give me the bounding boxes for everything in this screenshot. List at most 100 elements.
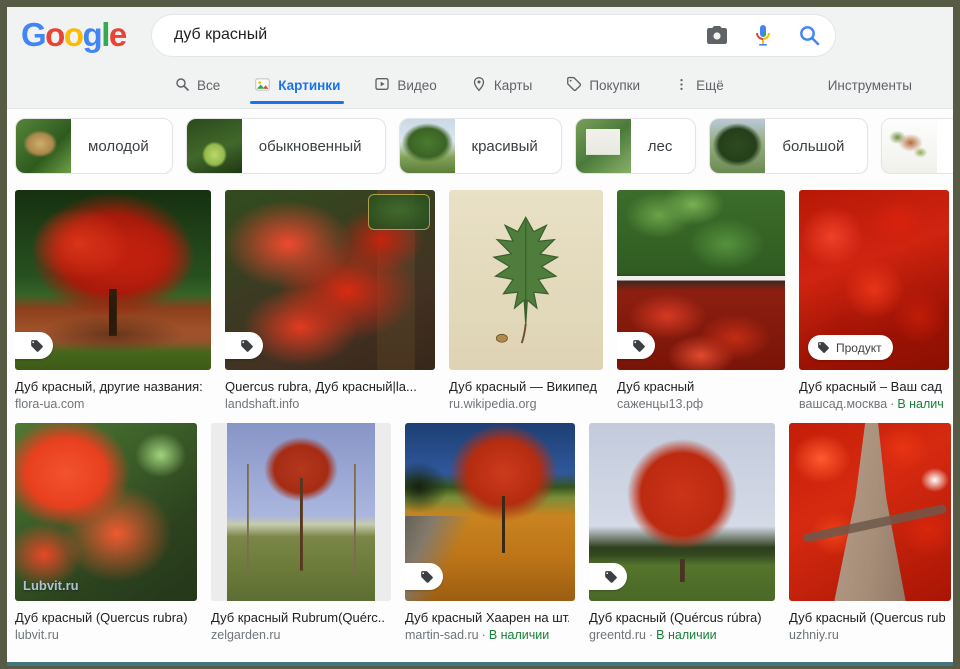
map-pin-icon (471, 76, 487, 95)
bottom-accent-bar (7, 662, 953, 666)
result-domain: ru.wikipedia.org (449, 397, 537, 411)
tab-more[interactable]: Ещё (674, 63, 724, 108)
chip-label: лес (631, 138, 696, 155)
chip-thumbnail (16, 119, 71, 173)
chip-related[interactable]: обыкновенный (186, 118, 386, 174)
results-row: Lubvit.ru Дуб красный (Quercus rubra) lu… (15, 423, 953, 644)
result-domain: zelgarden.ru (211, 628, 281, 642)
result-caption: Дуб красный — Википед... ru.wikipedia.or… (449, 378, 603, 413)
result-title[interactable]: Дуб красный, другие названия: ... (15, 378, 205, 395)
result-caption: Quercus rubra, Дуб красный|la... landsha… (225, 378, 435, 413)
result-photo[interactable] (617, 190, 785, 370)
result-caption: Дуб красный, другие названия: ... flora-… (15, 378, 211, 413)
tag-badge[interactable] (15, 332, 53, 359)
stock-label: В наличии (897, 397, 943, 411)
tag-badge[interactable] (405, 563, 443, 590)
result-title[interactable]: Дуб красный (Quercus rubr... (789, 609, 945, 626)
mic-icon[interactable] (751, 23, 775, 47)
result-title[interactable]: Quercus rubra, Дуб красный|la... (225, 378, 429, 395)
tab-label: Все (197, 78, 220, 93)
product-badge[interactable]: Продукт (808, 335, 893, 360)
chip-related[interactable]: лес (575, 118, 697, 174)
result-title[interactable]: Дуб красный Rubrum(Quérc... (211, 609, 385, 626)
search-input[interactable] (174, 26, 705, 44)
tag-badge[interactable] (617, 332, 655, 359)
result-title[interactable]: Дуб красный – Ваш сад (799, 378, 943, 395)
chip-related[interactable]: большой (709, 118, 868, 174)
search-bar[interactable] (151, 14, 836, 57)
image-result[interactable]: Дуб красный, другие названия: ... flora-… (15, 190, 211, 413)
result-title[interactable]: Дуб красный (617, 378, 779, 395)
result-domain: greentd.ru (589, 628, 646, 642)
image-result[interactable]: Lubvit.ru Дуб красный (Quercus rubra) lu… (15, 423, 197, 644)
chip-related[interactable]: красивый (399, 118, 562, 174)
stock-label: В наличии (656, 628, 716, 642)
chip-related[interactable]: молодой (15, 118, 173, 174)
result-caption: Дуб красный Rubrum(Quérc... zelgarden.ru (211, 609, 391, 644)
tag-badge[interactable] (225, 332, 263, 359)
image-result[interactable]: Дуб красный Rubrum(Quérc... zelgarden.ru (211, 423, 391, 644)
botanical-leaf-illustration (478, 201, 573, 359)
search-submit-icon[interactable] (797, 23, 821, 47)
result-domain: martin-sad.ru (405, 628, 479, 642)
result-photo[interactable] (589, 423, 775, 601)
result-photo[interactable] (225, 190, 435, 370)
camera-icon[interactable] (705, 23, 729, 47)
image-result[interactable]: Дуб красный (Quercus rubr... uzhniy.ru (789, 423, 951, 644)
stock-label: В наличии (489, 628, 549, 642)
image-result[interactable]: Дуб красный саженцы13.рф (617, 190, 785, 413)
result-photo[interactable] (211, 423, 391, 601)
image-result[interactable]: Продукт Дуб красный – Ваш сад вашсад.мос… (799, 190, 949, 413)
tab-shopping[interactable]: Покупки (566, 63, 640, 108)
chip-label: красивый (455, 138, 561, 155)
image-result[interactable]: Quercus rubra, Дуб красный|la... landsha… (225, 190, 435, 413)
result-caption: Дуб красный (Quércus rúbra) greentd.ru·В… (589, 609, 775, 644)
result-caption: Дуб красный саженцы13.рф (617, 378, 785, 413)
result-title[interactable]: Дуб красный (Quércus rúbra) (589, 609, 769, 626)
tab-video[interactable]: Видео (374, 63, 436, 108)
tab-images[interactable]: Картинки (254, 63, 340, 108)
logo-letter: e (109, 16, 126, 53)
tab-label: Ещё (696, 78, 724, 93)
chip-label: обыкновенный (242, 138, 385, 155)
tab-all[interactable]: Все (174, 63, 220, 108)
logo-letter: o (64, 16, 83, 53)
tab-label: Карты (494, 78, 532, 93)
caption-separator: · (479, 628, 489, 642)
result-domain: lubvit.ru (15, 628, 59, 642)
tab-label: Картинки (278, 78, 340, 93)
browser-viewport: Google Все Картинки (0, 0, 960, 669)
result-photo[interactable] (449, 190, 603, 370)
image-results-grid: Дуб красный, другие названия: ... flora-… (7, 180, 953, 644)
result-photo[interactable]: Продукт (799, 190, 949, 370)
result-title[interactable]: Дуб красный (Quercus rubra) (15, 609, 191, 626)
result-tabs: Все Картинки Видео Карты Покупки Ещё Инс… (7, 63, 953, 109)
logo-letter: o (45, 16, 64, 53)
tab-maps[interactable]: Карты (471, 63, 532, 108)
result-photo[interactable]: Lubvit.ru (15, 423, 197, 601)
related-search-chips: молодой обыкновенный красивый лес большо… (7, 109, 953, 174)
result-title[interactable]: Дуб красный — Википед... (449, 378, 597, 395)
caption-separator: · (887, 397, 897, 411)
watermark-emblem (368, 194, 430, 230)
image-result[interactable]: Дуб красный Хаарен на шт... martin-sad.r… (405, 423, 575, 644)
video-icon (374, 76, 390, 95)
tools-button[interactable]: Инструменты (828, 78, 912, 93)
chip-label: молодой (71, 138, 172, 155)
result-photo[interactable] (789, 423, 951, 601)
result-title[interactable]: Дуб красный Хаарен на шт... (405, 609, 569, 626)
image-result[interactable]: Дуб красный (Quércus rúbra) greentd.ru·В… (589, 423, 775, 644)
chip-related[interactable]: ветка (881, 118, 953, 174)
result-photo[interactable] (405, 423, 575, 601)
more-vert-icon (674, 77, 689, 95)
google-logo[interactable]: Google (21, 16, 151, 54)
photo-watermark: Lubvit.ru (23, 578, 79, 593)
result-photo[interactable] (15, 190, 211, 370)
results-row: Дуб красный, другие названия: ... flora-… (15, 190, 953, 413)
chip-thumbnail (400, 119, 455, 173)
result-domain: flora-ua.com (15, 397, 84, 411)
product-badge-label: Продукт (836, 341, 882, 355)
search-bar-icons (705, 23, 821, 47)
tag-badge[interactable] (589, 563, 627, 590)
image-result[interactable]: Дуб красный — Википед... ru.wikipedia.or… (449, 190, 603, 413)
